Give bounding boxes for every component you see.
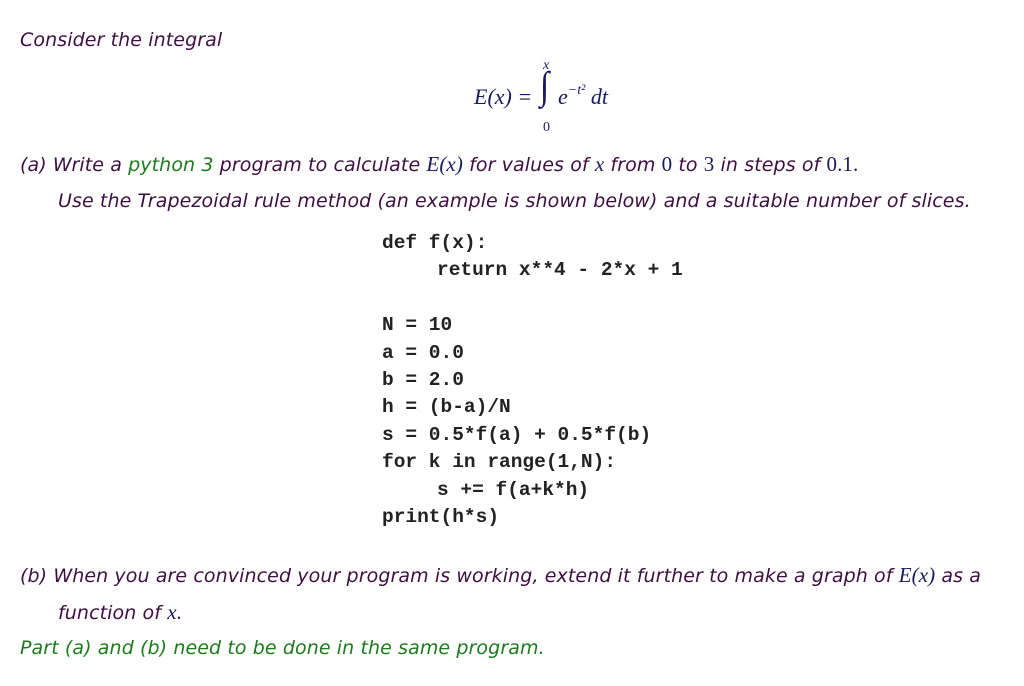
code-line: for k in range(1,N): (382, 451, 617, 474)
part-a-line-1: (a) Write a python 3 program to calculat… (20, 152, 858, 177)
code-line: print(h*s) (382, 505, 500, 528)
part-b-var: x (167, 600, 176, 624)
part-a-middle: program to calculate (219, 154, 421, 176)
code-line: b = 2.0 (382, 368, 464, 391)
integral-lower-limit: 0 (543, 120, 550, 135)
part-a-steps: in steps of (720, 154, 821, 176)
part-a-end: 3 (703, 152, 715, 176)
integrand-exponent: −t² (568, 83, 586, 98)
integrand-exponent-text: −t² (567, 82, 586, 98)
intro-text: Consider the integral (20, 29, 223, 51)
part-b-function: E(x) (899, 563, 936, 587)
part-b-line2-suffix: . (176, 602, 183, 624)
same-program-note: Part (a) and (b) need to be done in the … (20, 637, 545, 659)
part-b-suffix: as a (941, 565, 982, 587)
part-a-var: x (595, 152, 604, 176)
part-a-function-text: E(x) (426, 152, 463, 176)
code-line: h = (b-a)/N (382, 396, 511, 419)
part-b-function-text: E(x) (898, 563, 936, 587)
part-b-prefix: (b) When you are convinced your program … (20, 565, 893, 587)
part-a-prefix: (a) Write a (20, 154, 122, 176)
part-a-for-values: for values of (469, 154, 589, 176)
python-highlight: python 3 (128, 154, 214, 176)
part-a-to: to (678, 154, 698, 176)
equation-lhs-text: E(x) = (474, 84, 533, 109)
part-a-step: 0.1. (826, 152, 859, 176)
part-a-line-2: Use the Trapezoidal rule method (an exam… (58, 190, 971, 212)
code-line: a = 0.0 (382, 341, 464, 364)
part-b-var-text: x (167, 600, 177, 624)
integral-equation: E(x) = x ∫ 0 e−t² dt (474, 58, 634, 142)
integrand: e−t² dt (558, 83, 608, 110)
part-b-line-1: (b) When you are convinced your program … (20, 563, 981, 588)
equation-lhs: E(x) = (474, 84, 532, 110)
code-line: s += f(a+k*h) (437, 478, 590, 501)
code-example: def f(x): return x**4 - 2*x + 1 N = 10 a = … (382, 230, 683, 531)
part-a-function: E(x) (426, 152, 463, 176)
code-line: return x**4 - 2*x + 1 (437, 259, 683, 282)
code-line: def f(x): (382, 232, 488, 254)
part-a-from: from (610, 154, 656, 176)
part-a-var-text: x (594, 152, 605, 176)
code-line: N = 10 (382, 314, 453, 337)
part-a-start: 0 (661, 152, 673, 176)
integral-sign: ∫ (540, 65, 550, 108)
part-b-line-2: function of x. (58, 600, 183, 625)
integrand-base: e (558, 84, 568, 109)
integrand-differential: dt (590, 84, 608, 109)
part-b-line2-prefix: function of (58, 602, 162, 624)
code-line: s = 0.5*f(a) + 0.5*f(b) (382, 423, 652, 446)
